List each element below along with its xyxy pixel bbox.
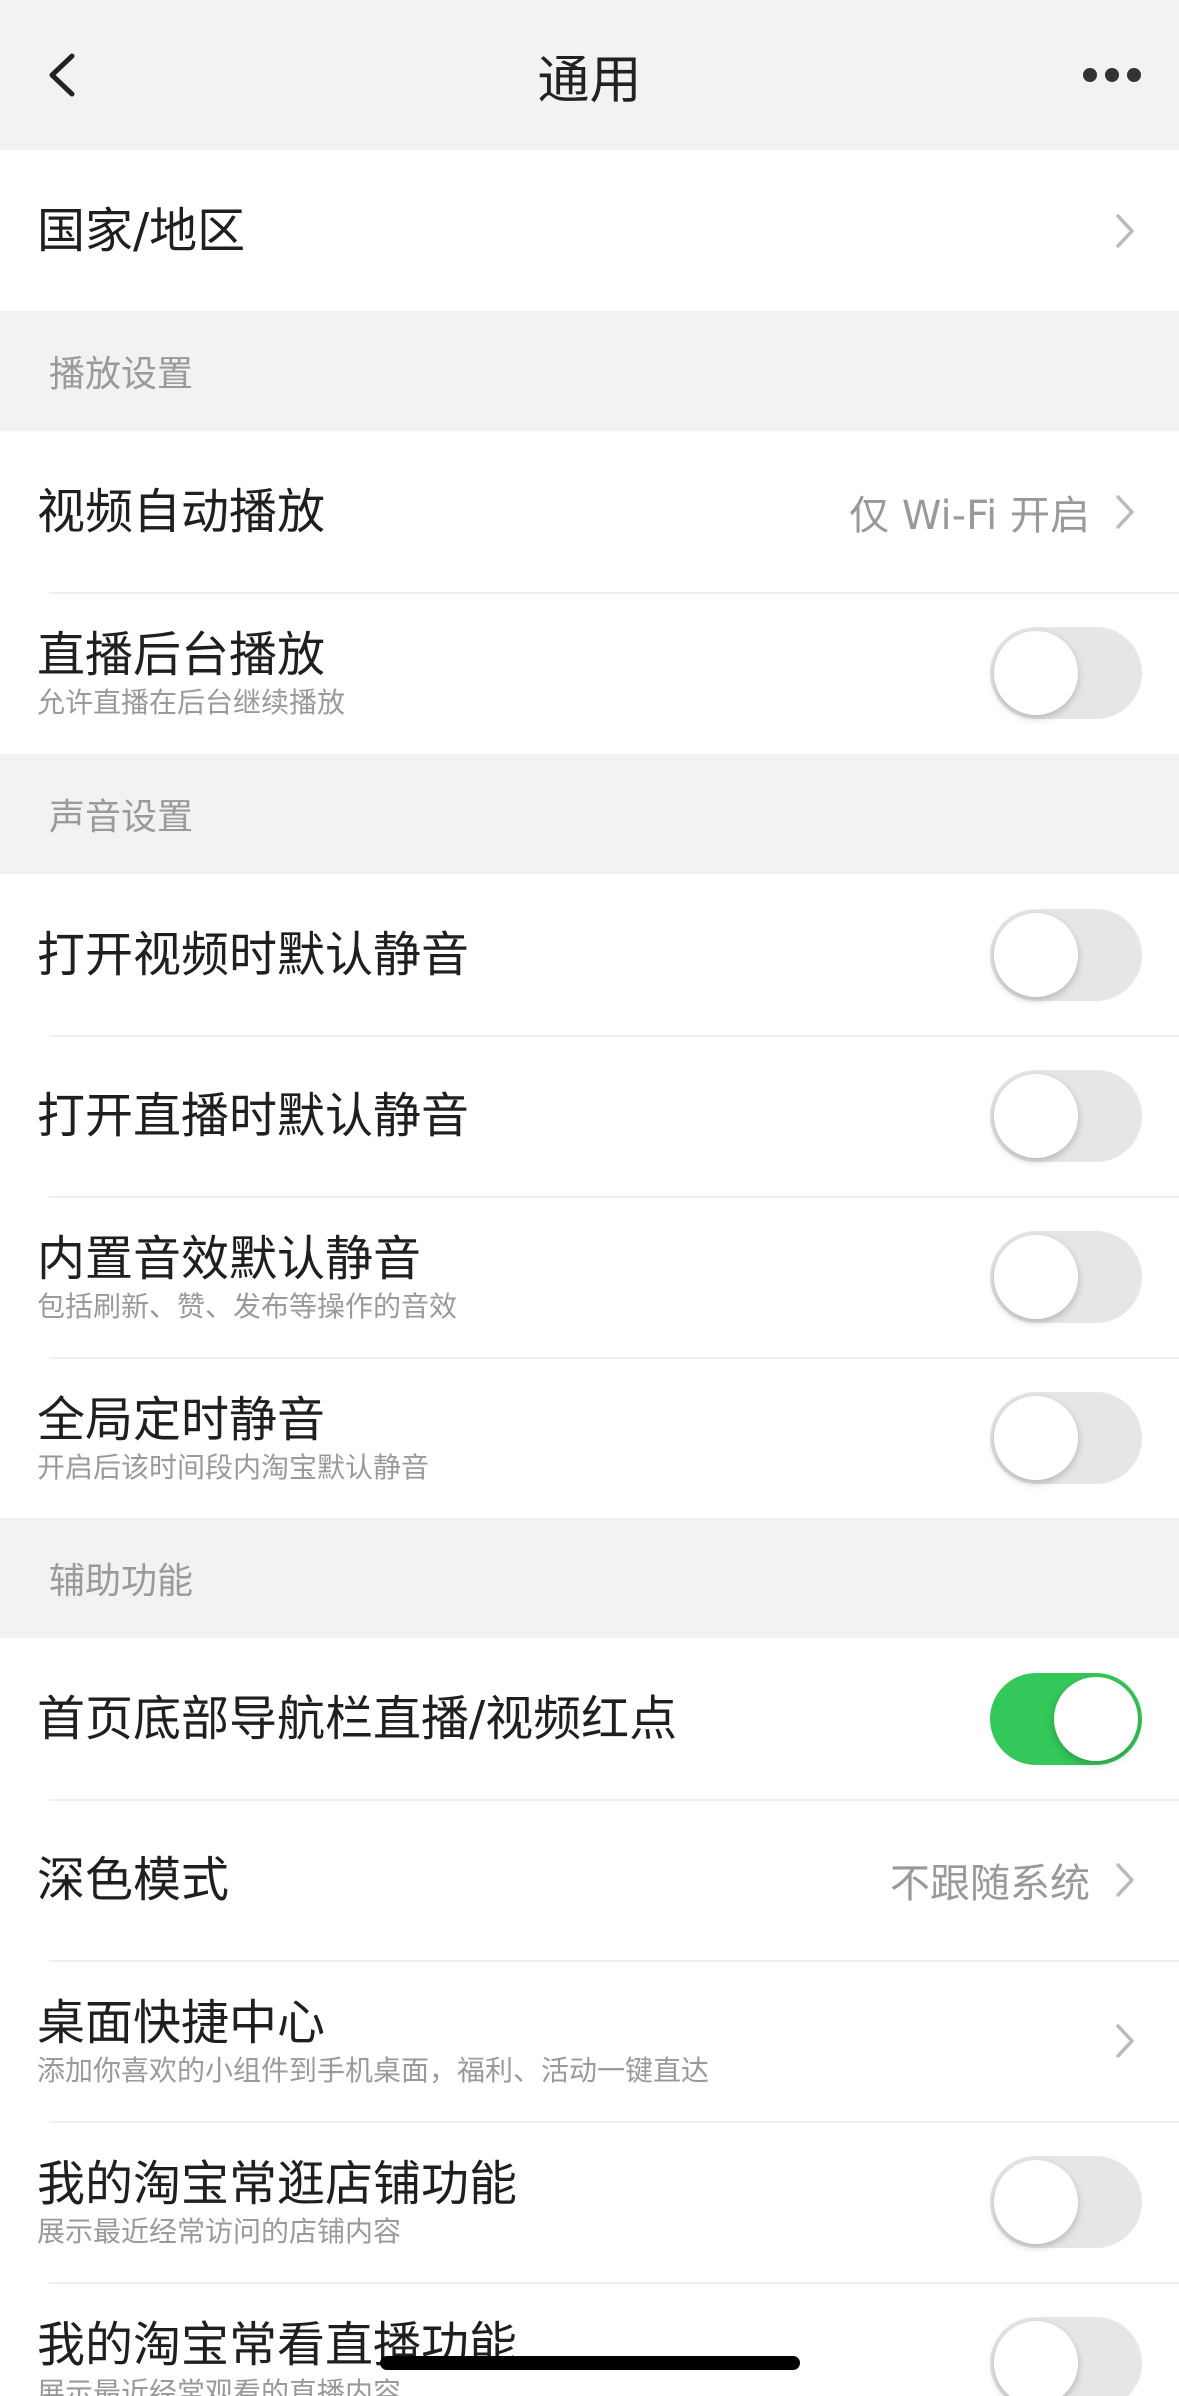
video-mute-label: 打开视频时默认静音 bbox=[37, 926, 470, 983]
video-autoplay-value: 仅 Wi-Fi 开启 bbox=[849, 492, 1090, 539]
chevron-right-icon bbox=[1116, 494, 1134, 529]
builtin-sound-mute-label: 内置音效默认静音 bbox=[37, 1230, 422, 1287]
builtin-sound-mute-row: 内置音效默认静音 包括刷新、赞、发布等操作的音效 bbox=[0, 1196, 1179, 1357]
red-dot-toggle[interactable] bbox=[990, 1672, 1142, 1765]
chevron-right-icon bbox=[1116, 2023, 1134, 2058]
country-group: 国家/地区 bbox=[0, 150, 1179, 311]
toggle-knob bbox=[994, 631, 1078, 715]
country-region-row[interactable]: 国家/地区 bbox=[0, 150, 1179, 311]
page-title: 通用 bbox=[537, 50, 642, 111]
background-live-toggle[interactable] bbox=[990, 627, 1142, 719]
timed-mute-toggle[interactable] bbox=[990, 1391, 1142, 1484]
chevron-right-icon bbox=[1116, 1862, 1134, 1897]
desktop-center-label: 桌面快捷中心 bbox=[37, 1994, 326, 2051]
video-autoplay-label: 视频自动播放 bbox=[37, 483, 326, 540]
video-mute-row: 打开视频时默认静音 bbox=[0, 874, 1179, 1035]
toggle-knob bbox=[994, 912, 1078, 997]
timed-mute-row: 全局定时静音 开启后该时间段内淘宝默认静音 bbox=[0, 1357, 1179, 1518]
red-dot-row: 首页底部导航栏直播/视频红点 bbox=[0, 1638, 1179, 1799]
country-region-label: 国家/地区 bbox=[37, 202, 246, 259]
toggle-knob bbox=[1054, 1676, 1138, 1761]
toggle-knob bbox=[994, 1234, 1078, 1319]
timed-mute-label: 全局定时静音 bbox=[37, 1391, 326, 1448]
background-live-label: 直播后台播放 bbox=[37, 627, 326, 683]
chevron-right-icon bbox=[1116, 213, 1134, 248]
section-header-sound: 声音设置 bbox=[0, 754, 1179, 874]
playback-group: 视频自动播放 仅 Wi-Fi 开启 直播后台播放 允许直播在后台继续播放 bbox=[0, 431, 1179, 754]
toggle-knob bbox=[994, 2159, 1078, 2244]
dark-mode-row[interactable]: 深色模式 不跟随系统 bbox=[0, 1799, 1179, 1960]
video-autoplay-row[interactable]: 视频自动播放 仅 Wi-Fi 开启 bbox=[0, 431, 1179, 592]
video-mute-toggle[interactable] bbox=[990, 908, 1142, 1001]
sound-group: 打开视频时默认静音 打开直播时默认静音 内置音效默认静音 包括刷新、赞、发布等操… bbox=[0, 874, 1179, 1518]
builtin-sound-mute-toggle[interactable] bbox=[990, 1230, 1142, 1323]
frequent-shops-label: 我的淘宝常逛店铺功能 bbox=[37, 2155, 518, 2212]
desktop-center-row[interactable]: 桌面快捷中心 添加你喜欢的小组件到手机桌面，福利、活动一键直达 bbox=[0, 1960, 1179, 2121]
frequent-live-row: 我的淘宝常看直播功能 展示最近经常观看的直播内容 bbox=[0, 2282, 1179, 2396]
live-mute-toggle[interactable] bbox=[990, 1069, 1142, 1162]
builtin-sound-mute-desc: 包括刷新、赞、发布等操作的音效 bbox=[37, 1289, 458, 1323]
more-icon[interactable] bbox=[1081, 64, 1143, 86]
nav-bar: 通用 bbox=[0, 0, 1179, 150]
section-header-accessibility: 辅助功能 bbox=[0, 1518, 1179, 1638]
frequent-live-desc: 展示最近经常观看的直播内容 bbox=[37, 2375, 402, 2396]
accessibility-group: 首页底部导航栏直播/视频红点 深色模式 不跟随系统 桌面快捷中心 添加你喜欢的小… bbox=[0, 1638, 1179, 2396]
frequent-shops-desc: 展示最近经常访问的店铺内容 bbox=[37, 2214, 402, 2248]
live-mute-row: 打开直播时默认静音 bbox=[0, 1035, 1179, 1196]
frequent-shops-row: 我的淘宝常逛店铺功能 展示最近经常访问的店铺内容 bbox=[0, 2121, 1179, 2282]
frequent-live-toggle[interactable] bbox=[990, 2316, 1142, 2396]
red-dot-label: 首页底部导航栏直播/视频红点 bbox=[37, 1690, 678, 1747]
toggle-knob bbox=[994, 2320, 1078, 2396]
desktop-center-desc: 添加你喜欢的小组件到手机桌面，福利、活动一键直达 bbox=[37, 2053, 710, 2087]
dark-mode-label: 深色模式 bbox=[37, 1851, 230, 1908]
dark-mode-value: 不跟随系统 bbox=[890, 1860, 1090, 1907]
toggle-knob bbox=[994, 1073, 1078, 1158]
frequent-shops-toggle[interactable] bbox=[990, 2155, 1142, 2248]
timed-mute-desc: 开启后该时间段内淘宝默认静音 bbox=[37, 1450, 430, 1484]
toggle-knob bbox=[994, 1395, 1078, 1480]
live-mute-label: 打开直播时默认静音 bbox=[37, 1087, 470, 1144]
home-indicator bbox=[380, 2356, 800, 2370]
back-arrow-icon[interactable] bbox=[40, 50, 90, 100]
section-header-playback: 播放设置 bbox=[0, 311, 1179, 431]
background-live-desc: 允许直播在后台继续播放 bbox=[37, 686, 346, 719]
background-live-row: 直播后台播放 允许直播在后台继续播放 bbox=[0, 592, 1179, 754]
